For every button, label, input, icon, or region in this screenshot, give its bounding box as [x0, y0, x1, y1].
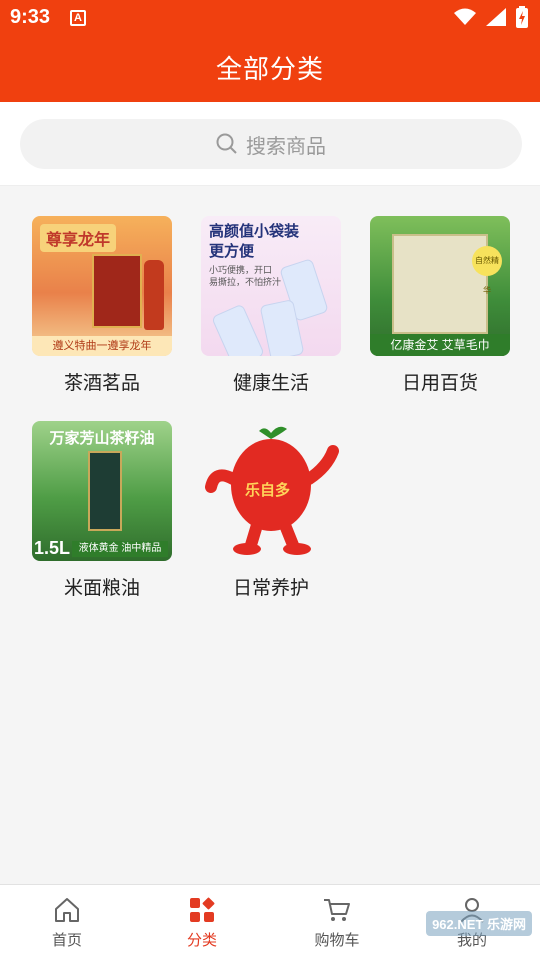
watermark: 962.NET 乐游网: [426, 911, 532, 936]
category-label: 健康生活: [232, 373, 309, 394]
thumb-band: 亿康金艾 艾草毛巾: [370, 334, 510, 356]
page-header: 全部分类: [0, 36, 540, 102]
nav-label: 首页: [51, 932, 82, 949]
category-label: 茶酒茗品: [63, 373, 140, 394]
thumb-subtext: 小巧便携，开口 易撕拉，不怕挤汁: [209, 265, 282, 287]
category-item-daily-care[interactable]: 乐自多 日常养护: [201, 421, 341, 600]
cart-icon: [324, 899, 350, 921]
thumb-badge: 自然精华: [472, 246, 502, 295]
category-icon: [190, 897, 215, 922]
category-thumbnail: 尊享龙年 遵义特曲一遵享龙年: [32, 216, 172, 356]
thumb-band: 遵义特曲一遵享龙年: [32, 336, 172, 356]
home-icon: [55, 898, 79, 922]
thumb-heading: 万家芳山茶籽油: [49, 430, 155, 447]
category-item-health[interactable]: 高颜值小袋装 更方便 小巧便携，开口 易撕拉，不怕挤汁 健康生活: [201, 216, 341, 395]
nav-home[interactable]: 首页: [17, 895, 117, 950]
liquor-box-image: [92, 254, 142, 328]
search-placeholder: 搜索商品: [246, 135, 326, 158]
liquor-bottle-image: [144, 260, 164, 330]
category-item-daily-goods[interactable]: 自然精华 亿康金艾 艾草毛巾 日用百货: [370, 216, 510, 395]
nav-cart[interactable]: 购物车: [287, 895, 387, 950]
status-bar: 9:33 A: [0, 0, 540, 36]
nav-category[interactable]: 分类: [152, 895, 252, 950]
towel-box-image: [392, 234, 488, 334]
mascot-text: 乐自多: [245, 482, 291, 499]
status-time: 9:33: [10, 6, 51, 28]
category-label: 日常养护: [232, 578, 309, 599]
category-item-tea-wine[interactable]: 尊享龙年 遵义特曲一遵享龙年 茶酒茗品: [32, 216, 172, 395]
search-icon: [216, 133, 237, 154]
status-icons: [454, 6, 528, 28]
bottom-nav: 首页 分类 购物车 我的 962.NET 乐游网: [0, 884, 540, 960]
category-thumbnail: 自然精华 亿康金艾 艾草毛巾: [370, 216, 510, 356]
signal-icon: [486, 8, 506, 26]
battery-icon: [516, 6, 528, 28]
nav-label: 分类: [186, 932, 217, 949]
notification-icon: A: [70, 10, 86, 26]
category-thumbnail: 乐自多: [201, 421, 341, 561]
thumb-size: 1.5L: [34, 538, 71, 558]
category-label: 米面粮油: [63, 578, 140, 599]
category-thumbnail: 万家芳山茶籽油 1.5L 液体黄金 油中精品: [32, 421, 172, 561]
page-title: 全部分类: [215, 54, 324, 84]
nav-label: 购物车: [314, 932, 360, 949]
search-input[interactable]: 搜索商品: [20, 119, 522, 169]
thumb-heading: 高颜值小袋装 更方便: [209, 223, 300, 260]
oil-can-image: [88, 451, 122, 531]
wifi-icon: [454, 8, 476, 25]
category-thumbnail: 高颜值小袋装 更方便 小巧便携，开口 易撕拉，不怕挤汁: [201, 216, 341, 356]
thumb-band: 液体黄金 油中精品: [72, 541, 168, 557]
search-section: 搜索商品: [0, 102, 540, 186]
category-label: 日用百货: [401, 373, 478, 394]
thumb-heading: 尊享龙年: [40, 224, 117, 252]
category-item-grain-oil[interactable]: 万家芳山茶籽油 1.5L 液体黄金 油中精品 米面粮油: [32, 421, 172, 600]
packet-image: [211, 303, 265, 356]
